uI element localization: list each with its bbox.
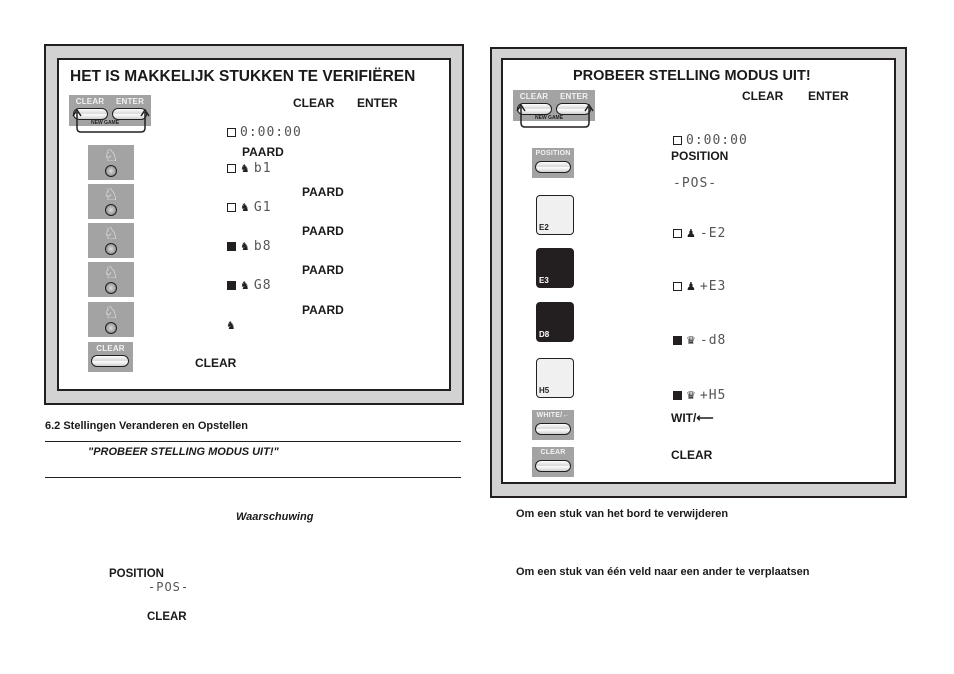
black-box-icon (673, 336, 682, 345)
step-label: PAARD (302, 224, 344, 238)
position-key-button[interactable] (535, 161, 571, 173)
square-display: ♟ +E3 (673, 277, 726, 295)
remove-piece-heading: Om een stuk van het bord te verwijderen (516, 508, 729, 520)
move-piece-heading: Om een stuk van één veld naar een ander … (516, 566, 810, 578)
knight-key-4[interactable]: ♘ (88, 262, 134, 297)
timer-display: 0:00:00 (227, 123, 302, 141)
pos-display: -POS- (673, 176, 718, 191)
white-box-icon (227, 128, 236, 137)
led-indicator (105, 243, 117, 255)
header-enter-label: ENTER (357, 96, 398, 110)
led-indicator (105, 322, 117, 334)
clear-key-tile[interactable]: CLEAR (88, 342, 133, 372)
knight-key-5[interactable]: ♘ (88, 302, 134, 337)
clear-instruction-label: CLEAR (671, 448, 713, 462)
square-display: ♛ +H5 (673, 386, 726, 404)
section-heading: 6.2 Stellingen Veranderen en Opstellen (45, 420, 248, 432)
square-e2[interactable]: E2 (536, 195, 574, 235)
position-key-cap: POSITION (535, 150, 571, 157)
right-panel-title: PROBEER STELLING MODUS UIT! (573, 68, 811, 84)
knight-icon: ♞ (240, 163, 250, 175)
step-label: PAARD (302, 185, 344, 199)
white-instruction-label: WIT/⟵ (671, 411, 714, 425)
clear-key-tile[interactable]: CLEAR (532, 447, 574, 477)
square-display: ♛ -d8 (673, 331, 726, 349)
knight-icon: ♞ (240, 202, 250, 214)
step-display: ♞ G8 (227, 276, 272, 294)
clear-key-cap: CLEAR (540, 449, 566, 456)
header-enter-label: ENTER (808, 89, 849, 103)
step-display: ♞ (226, 316, 240, 334)
position-label: POSITION (671, 149, 729, 163)
knight-icon: ♘ (103, 303, 119, 322)
knight-key-2[interactable]: ♘ (88, 184, 134, 219)
white-key-button[interactable] (535, 423, 571, 435)
led-indicator (105, 165, 117, 177)
queen-icon: ♛ (686, 390, 696, 402)
clear-key-button[interactable] (91, 355, 129, 367)
section-quote: "PROBEER STELLING MODUS UIT!" (88, 446, 279, 458)
square-d8[interactable]: D8 (536, 302, 574, 342)
pawn-icon: ♟ (686, 228, 696, 240)
clear-instruction-label: CLEAR (195, 356, 237, 370)
white-box-icon (673, 136, 682, 145)
knight-icon: ♘ (103, 224, 119, 243)
clear-key-cap: CLEAR (75, 97, 105, 106)
header-clear-label: CLEAR (293, 96, 335, 110)
knight-icon: ♞ (226, 320, 236, 332)
new-game-arrow-icon (516, 103, 594, 128)
queen-icon: ♛ (686, 335, 696, 347)
square-display: ♟ -E2 (673, 224, 726, 242)
clear-label: CLEAR (147, 611, 187, 623)
clear-key-cap: CLEAR (519, 92, 549, 101)
left-panel-title: HET IS MAKKELIJK STUKKEN TE VERIFIËREN (70, 68, 416, 85)
enter-key-cap: ENTER (115, 97, 145, 106)
black-box-icon (227, 281, 236, 290)
white-key-cap: WHITE/← (536, 412, 570, 419)
pos-display: -POS- (148, 580, 190, 594)
led-indicator (105, 282, 117, 294)
step-label: PAARD (242, 145, 284, 159)
white-box-icon (227, 203, 236, 212)
step-label: PAARD (302, 303, 344, 317)
square-e3[interactable]: E3 (536, 248, 574, 288)
led-indicator (105, 204, 117, 216)
white-box-icon (673, 229, 682, 238)
new-game-arrow-icon (72, 108, 150, 133)
step-display: ♞ G1 (227, 198, 272, 216)
step-display: ♞ b8 (227, 237, 272, 255)
position-label: POSITION (109, 568, 164, 580)
square-h5[interactable]: H5 (536, 358, 574, 398)
black-box-icon (227, 242, 236, 251)
step-display: ♞ b1 (227, 159, 272, 177)
knight-icon: ♘ (103, 263, 119, 282)
white-box-icon (673, 282, 682, 291)
knight-key-1[interactable]: ♘ (88, 145, 134, 180)
knight-key-3[interactable]: ♘ (88, 223, 134, 258)
step-label: PAARD (302, 263, 344, 277)
timer-display: 0:00:00 (673, 131, 748, 149)
position-key-tile[interactable]: POSITION (532, 148, 574, 178)
clear-key-cap: CLEAR (96, 344, 125, 353)
white-key-tile[interactable]: WHITE/← (532, 410, 574, 440)
pawn-icon: ♟ (686, 281, 696, 293)
warning-label: Waarschuwing (236, 511, 314, 523)
clear-key-button[interactable] (535, 460, 571, 472)
black-box-icon (673, 391, 682, 400)
knight-icon: ♞ (240, 241, 250, 253)
knight-icon: ♘ (103, 146, 119, 165)
knight-icon: ♞ (240, 280, 250, 292)
divider (45, 441, 461, 442)
enter-key-cap: ENTER (559, 92, 589, 101)
divider (45, 477, 461, 478)
knight-icon: ♘ (103, 185, 119, 204)
header-clear-label: CLEAR (742, 89, 784, 103)
white-box-icon (227, 164, 236, 173)
